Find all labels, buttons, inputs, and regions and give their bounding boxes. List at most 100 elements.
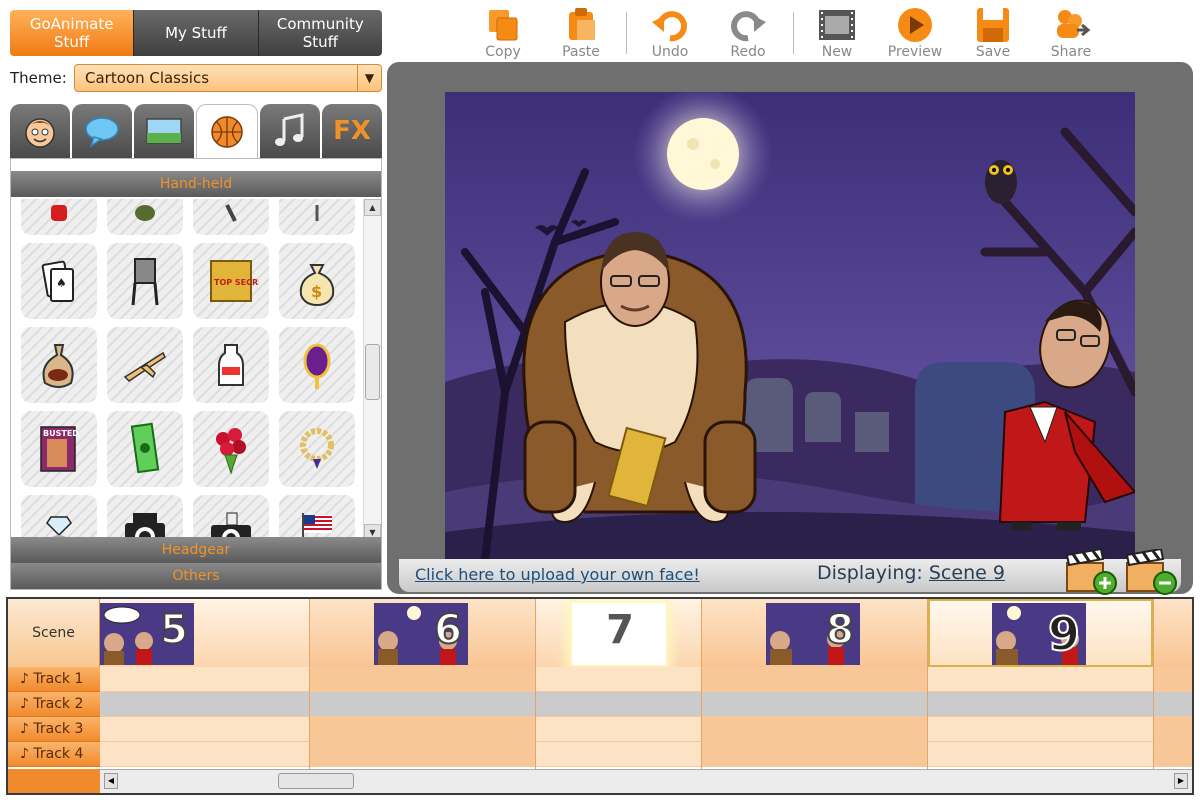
copy-button[interactable]: Copy bbox=[470, 6, 536, 60]
timeline-scene-6[interactable]: 6 bbox=[310, 599, 536, 769]
scroll-up-button[interactable]: ▲ bbox=[364, 199, 381, 216]
theme-dropdown[interactable]: Cartoon Classics ▼ bbox=[74, 64, 382, 92]
stage-footer: Click here to upload your own face! Disp… bbox=[399, 547, 1181, 595]
tab-characters[interactable] bbox=[10, 104, 70, 158]
asset-top-secret-envelope[interactable]: TOP SECRET bbox=[193, 243, 269, 319]
diamond-ring-icon bbox=[46, 516, 72, 541]
section-hand-held[interactable]: Hand-held bbox=[11, 171, 381, 197]
save-label: Save bbox=[975, 44, 1011, 60]
track-cell bbox=[310, 742, 535, 767]
asset-pearl-necklace[interactable] bbox=[279, 411, 355, 487]
timeline-scene-7[interactable]: 7 bbox=[536, 599, 702, 769]
scene-number: 8 bbox=[825, 606, 855, 654]
track-cell bbox=[536, 717, 701, 742]
stage-canvas[interactable] bbox=[445, 92, 1135, 560]
asset-grenade[interactable] bbox=[107, 199, 183, 235]
tab-bubbles[interactable] bbox=[72, 104, 132, 158]
upload-face-link[interactable]: Click here to upload your own face! bbox=[415, 565, 700, 584]
displaying-indicator: Displaying: Scene 9 bbox=[817, 562, 1005, 584]
meat-bag-icon bbox=[42, 344, 74, 388]
timeline-scroll-thumb[interactable] bbox=[278, 773, 354, 789]
track-cell bbox=[1154, 667, 1192, 692]
section-headgear[interactable]: Headgear bbox=[11, 537, 381, 563]
timeline-corner bbox=[8, 769, 100, 793]
tab-effects[interactable]: FX bbox=[322, 104, 382, 158]
asset-diamond-ring[interactable] bbox=[21, 495, 97, 541]
timeline-scene-5[interactable]: 5 bbox=[100, 599, 310, 769]
timeline-scene-next[interactable] bbox=[1154, 599, 1192, 769]
asset-rod-tool[interactable] bbox=[279, 199, 355, 235]
remove-scene-icon bbox=[1125, 547, 1177, 595]
asset-hand-mirror[interactable] bbox=[279, 327, 355, 403]
floppy-disk-icon bbox=[977, 8, 1009, 42]
track-cell bbox=[100, 717, 309, 742]
film-strip-icon bbox=[819, 10, 855, 40]
asset-milk-bottle[interactable] bbox=[193, 327, 269, 403]
track-label-2[interactable]: ♪ Track 2 bbox=[8, 692, 100, 717]
magazine-icon: BUSTED bbox=[40, 426, 79, 472]
american-flag-icon bbox=[302, 513, 332, 541]
timeline-scene-8[interactable]: 8 bbox=[702, 599, 928, 769]
share-icon bbox=[1057, 10, 1091, 38]
svg-text:$: $ bbox=[311, 282, 322, 301]
redo-button[interactable]: Redo bbox=[715, 6, 781, 60]
toolbar-separator bbox=[793, 12, 794, 54]
asset-playing-cards[interactable]: ♠ bbox=[21, 243, 97, 319]
share-button[interactable]: Share bbox=[1038, 6, 1104, 60]
asset-camera[interactable] bbox=[107, 495, 183, 541]
remove-scene-button[interactable] bbox=[1123, 547, 1179, 595]
tab-goanimate-stuff[interactable]: GoAnimate Stuff bbox=[10, 10, 134, 56]
asset-magazine[interactable]: BUSTED bbox=[21, 411, 97, 487]
paste-button[interactable]: Paste bbox=[548, 6, 614, 60]
timeline-scrollbar[interactable]: ◀ ▶ bbox=[100, 769, 1192, 793]
asset-meat-bag[interactable] bbox=[21, 327, 97, 403]
timeline-content: 5 6 7 8 9 bbox=[100, 599, 1192, 769]
current-scene-link[interactable]: Scene 9 bbox=[929, 562, 1005, 584]
necklace-icon bbox=[300, 428, 334, 469]
toolbar-separator bbox=[626, 12, 627, 54]
add-scene-button[interactable] bbox=[1063, 547, 1119, 595]
new-label: New bbox=[821, 44, 853, 60]
preview-button[interactable]: Preview bbox=[882, 6, 948, 60]
asset-airplane[interactable] bbox=[107, 327, 183, 403]
asset-money-bag[interactable]: $ bbox=[279, 243, 355, 319]
source-tabs: GoAnimate Stuff My Stuff Community Stuff bbox=[10, 10, 382, 56]
timeline-scene-9[interactable]: 9 bbox=[928, 599, 1154, 769]
scene-thumbnail: 7 bbox=[572, 603, 666, 665]
track-cell bbox=[928, 667, 1153, 692]
envelope-text: TOP SECRET bbox=[214, 278, 259, 287]
asset-american-flag[interactable] bbox=[279, 495, 355, 541]
svg-text:♠: ♠ bbox=[56, 276, 67, 290]
undo-button[interactable]: Undo bbox=[637, 6, 703, 60]
tab-my-stuff[interactable]: My Stuff bbox=[133, 10, 258, 56]
tab-community-stuff[interactable]: Community Stuff bbox=[257, 10, 382, 56]
asset-dollar-bill[interactable] bbox=[107, 411, 183, 487]
section-others[interactable]: Others bbox=[11, 563, 381, 589]
paste-icon bbox=[569, 8, 595, 40]
stage-frame: Click here to upload your own face! Disp… bbox=[387, 62, 1193, 595]
asset-chair[interactable] bbox=[107, 243, 183, 319]
asset-scrollbar[interactable]: ▲ ▼ bbox=[363, 199, 381, 541]
asset-rose-bouquet[interactable] bbox=[193, 411, 269, 487]
track-cell bbox=[702, 717, 927, 742]
scene-thumbnail: 8 bbox=[766, 603, 860, 665]
timeline-labels: Scene ♪ Track 1 ♪ Track 2 ♪ Track 3 ♪ Tr… bbox=[8, 599, 100, 793]
asset-small-tool[interactable] bbox=[193, 199, 269, 235]
track-label-1[interactable]: ♪ Track 1 bbox=[8, 667, 100, 692]
scene-illustration bbox=[445, 92, 1135, 560]
tab-sounds[interactable] bbox=[260, 104, 320, 158]
track-4-name: Track 4 bbox=[33, 746, 84, 762]
scroll-thumb[interactable] bbox=[365, 344, 380, 400]
tab-props[interactable] bbox=[196, 104, 258, 158]
asset-lipstick[interactable] bbox=[21, 199, 97, 235]
track-label-3[interactable]: ♪ Track 3 bbox=[8, 717, 100, 742]
displaying-label: Displaying: bbox=[817, 562, 923, 584]
scroll-left-button[interactable]: ◀ bbox=[104, 773, 118, 789]
tool-icon bbox=[225, 204, 237, 222]
track-label-4[interactable]: ♪ Track 4 bbox=[8, 742, 100, 767]
new-button[interactable]: New bbox=[804, 6, 870, 60]
tab-backgrounds[interactable] bbox=[134, 104, 194, 158]
save-button[interactable]: Save bbox=[960, 6, 1026, 60]
scroll-right-button[interactable]: ▶ bbox=[1174, 773, 1188, 789]
asset-camera-flash[interactable] bbox=[193, 495, 269, 541]
